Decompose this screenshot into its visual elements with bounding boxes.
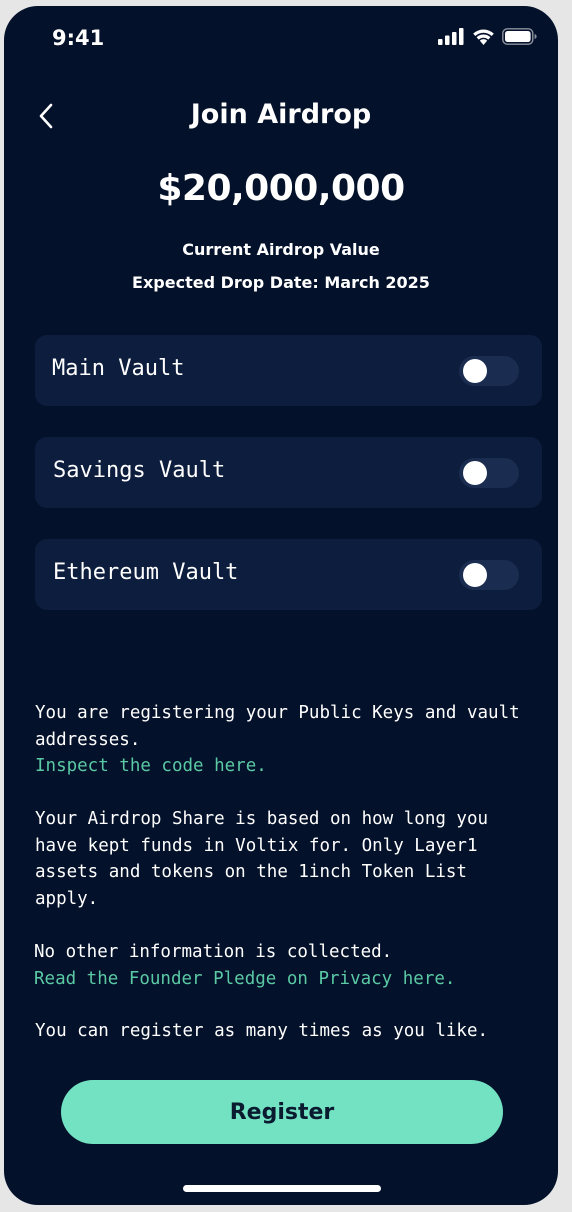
wifi-icon: [473, 29, 494, 45]
drop-date: Expected Drop Date: March 2025: [132, 273, 430, 292]
savings-vault-toggle[interactable]: [459, 458, 519, 488]
page-title: Join Airdrop: [190, 99, 372, 130]
vault-card-ethereum: Ethereum Vault: [35, 539, 542, 610]
info-text: No other information is collected.: [34, 942, 393, 962]
info-register-many: You can register as many times as you li…: [35, 1018, 535, 1045]
info-text: addresses.: [35, 729, 141, 750]
vault-card-savings: Savings Vault: [35, 437, 542, 508]
info-text: Your Airdrop Share is based on how long …: [35, 809, 489, 829]
founder-pledge-link[interactable]: Read the Founder Pledge on Privacy here.: [34, 966, 534, 993]
info-share: Your Airdrop Share is based on how long …: [35, 806, 535, 912]
header: Join Airdrop: [4, 96, 558, 136]
info-text: assets and tokens on the 1inch Token Lis…: [35, 862, 467, 882]
chevron-left-icon: [39, 103, 53, 129]
vault-label: Main Vault: [52, 356, 185, 381]
toggle-knob: [463, 563, 487, 587]
airdrop-value-label: Current Airdrop Value: [182, 240, 380, 259]
back-button[interactable]: [28, 96, 64, 136]
battery-icon: [502, 28, 537, 45]
airdrop-amount: $20,000,000: [157, 168, 405, 209]
info-text: apply.: [35, 888, 99, 909]
info-text: You are registering your Public Keys and…: [35, 703, 520, 723]
ethereum-vault-toggle[interactable]: [459, 560, 519, 590]
home-indicator: [183, 1185, 381, 1192]
signal-icon: [438, 28, 464, 45]
toggle-knob: [463, 461, 487, 485]
status-icons: [438, 28, 537, 45]
inspect-code-link[interactable]: Inspect the code here.: [35, 753, 535, 780]
phone-screen: 9:41 Join Airdrop $20,000,000 Current Ai…: [4, 6, 558, 1205]
register-button[interactable]: Register: [61, 1080, 503, 1144]
info-privacy: No other information is collected. Read …: [34, 939, 534, 992]
vault-label: Savings Vault: [53, 458, 226, 483]
status-time: 9:41: [52, 26, 105, 50]
info-text: You can register as many times as you li…: [35, 1021, 489, 1041]
toggle-knob: [463, 359, 487, 383]
info-registering: You are registering your Public Keys and…: [35, 700, 535, 780]
main-vault-toggle[interactable]: [459, 356, 519, 386]
info-text: have kept funds in Voltix for. Only Laye…: [35, 835, 478, 856]
status-bar: 9:41: [4, 6, 558, 72]
vault-card-main: Main Vault: [35, 335, 542, 406]
vault-label: Ethereum Vault: [53, 560, 239, 585]
